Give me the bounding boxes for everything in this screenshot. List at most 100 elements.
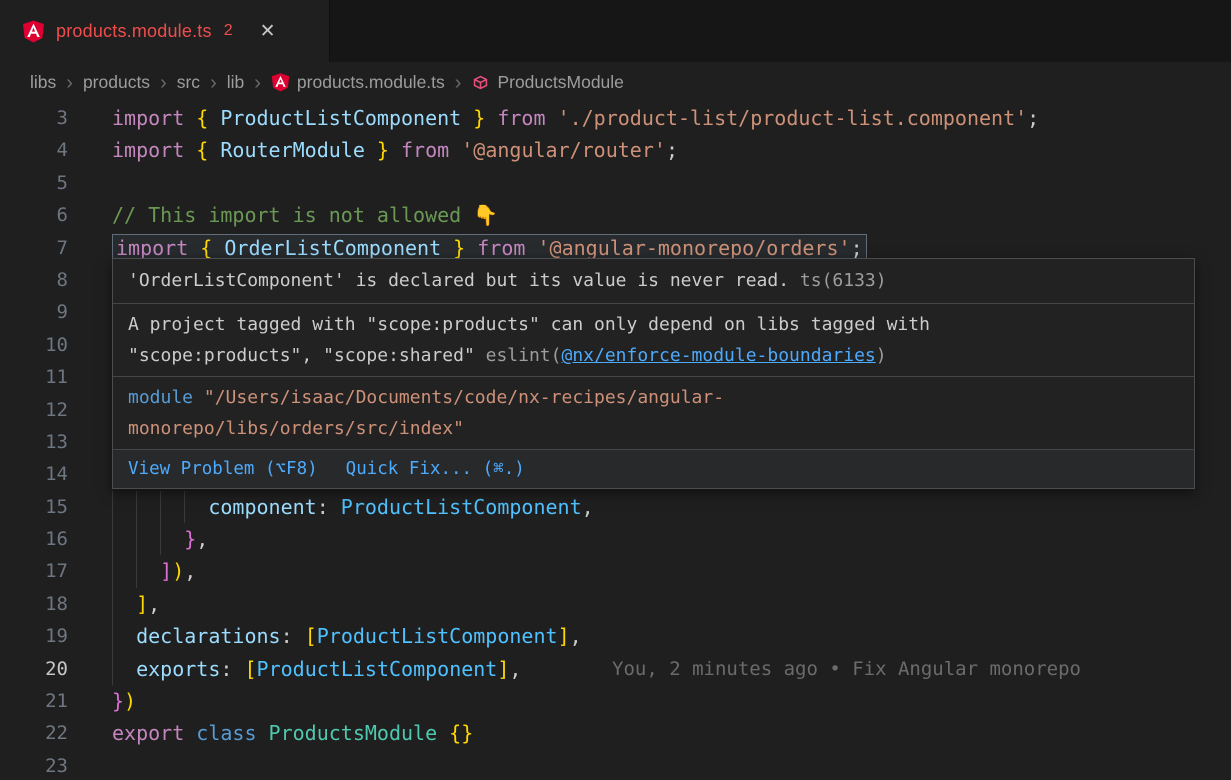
code-line[interactable]: 21}) — [0, 685, 1231, 717]
diagnostic-eslint: A project tagged with "scope:products" c… — [113, 304, 1194, 376]
breadcrumb-src[interactable]: src — [177, 72, 200, 93]
code-line-content: export class ProductsModule {} — [112, 717, 1231, 749]
chevron-right-icon: › — [66, 72, 73, 93]
line-number: 12 — [0, 394, 112, 426]
line-number: 9 — [0, 296, 112, 328]
code-token: ] — [136, 592, 148, 616]
code-line[interactable]: 5 — [0, 167, 1231, 199]
breadcrumb: libs › products › src › lib › products.m… — [0, 62, 1231, 102]
angular-file-icon — [22, 19, 45, 43]
line-number: 7 — [0, 232, 112, 264]
indent-guide — [112, 620, 113, 652]
indent-guide — [112, 653, 113, 685]
code-line[interactable]: 15 component: ProductListComponent, — [0, 491, 1231, 523]
code-token: , — [582, 495, 594, 519]
code-token: '@angular-monorepo/orders' — [537, 236, 850, 260]
module-path-2: monorepo/libs/orders/src/index" — [128, 418, 464, 439]
code-line[interactable]: 4import { RouterModule } from '@angular/… — [0, 134, 1231, 166]
eslint-rule-link[interactable]: @nx/enforce-module-boundaries — [561, 345, 875, 366]
code-editor[interactable]: 3import { ProductListComponent } from '.… — [0, 102, 1231, 780]
code-token — [112, 657, 136, 681]
chevron-right-icon: › — [160, 72, 167, 93]
line-number: 8 — [0, 264, 112, 296]
tab-title: products.module.ts — [56, 21, 212, 42]
diagnostic-ts-message: 'OrderListComponent' is declared but its… — [128, 270, 789, 291]
code-line-content: }, — [112, 523, 1231, 555]
line-number: 22 — [0, 717, 112, 749]
code-token: , — [570, 624, 582, 648]
code-line[interactable]: 3import { ProductListComponent } from '.… — [0, 102, 1231, 134]
module-keyword: module — [128, 387, 204, 408]
line-number: 17 — [0, 555, 112, 587]
code-token: } — [441, 236, 477, 260]
code-token: export — [112, 721, 196, 745]
code-token: ; — [666, 138, 678, 162]
line-number: 13 — [0, 426, 112, 458]
code-token: './product-list/product-list.component' — [558, 106, 1028, 130]
editor-tab-products-module[interactable]: products.module.ts 2 ✕ — [0, 0, 330, 62]
chevron-right-icon: › — [210, 72, 217, 93]
diagnostic-eslint-line1: A project tagged with "scope:products" c… — [128, 309, 1179, 340]
code-line-content: import { RouterModule } from '@angular/r… — [112, 134, 1231, 166]
breadcrumb-file[interactable]: products.module.ts — [271, 72, 445, 93]
breadcrumb-products[interactable]: products — [83, 72, 150, 93]
line-number: 23 — [0, 750, 112, 780]
diagnostic-ts: 'OrderListComponent' is declared but its… — [113, 259, 1194, 303]
angular-file-icon — [271, 72, 290, 92]
code-token: ; — [1027, 106, 1039, 130]
code-line[interactable]: 6// This import is not allowed 👇 — [0, 199, 1231, 231]
quick-fix-button[interactable]: Quick Fix... (⌘.) — [346, 456, 525, 482]
code-token: { — [196, 138, 220, 162]
breadcrumb-libs[interactable]: libs — [30, 72, 56, 93]
code-token: 👇 — [473, 203, 498, 227]
code-token: from — [497, 106, 557, 130]
breadcrumb-lib[interactable]: lib — [227, 72, 245, 93]
module-path-1: "/Users/isaac/Documents/code/nx-recipes/… — [204, 387, 724, 408]
code-line[interactable]: 20 exports: [ProductListComponent],You, … — [0, 653, 1231, 685]
code-token: : — [281, 624, 305, 648]
line-number: 5 — [0, 167, 112, 199]
code-token: [ — [305, 624, 317, 648]
code-token: ) — [172, 559, 184, 583]
line-number: 3 — [0, 102, 112, 134]
code-line[interactable]: 16 }, — [0, 523, 1231, 555]
git-blame-annotation: You, 2 minutes ago • Fix Angular monorep… — [612, 653, 1081, 685]
module-info-line1: module "/Users/isaac/Documents/code/nx-r… — [128, 382, 1179, 413]
breadcrumb-symbol-label: ProductsModule — [497, 72, 623, 93]
code-token: , — [509, 657, 521, 681]
indent-guide — [112, 523, 113, 555]
line-number: 4 — [0, 134, 112, 166]
code-line[interactable]: 23 — [0, 750, 1231, 780]
line-number: 19 — [0, 620, 112, 652]
code-token: from — [477, 236, 537, 260]
eslint-source-open: eslint( — [486, 345, 562, 366]
module-info-block: module "/Users/isaac/Documents/code/nx-r… — [113, 377, 1194, 449]
tab-close-icon[interactable]: ✕ — [260, 22, 276, 41]
module-symbol-icon — [471, 73, 490, 92]
code-token: : — [317, 495, 341, 519]
code-token: import — [116, 236, 200, 260]
code-line-content: exports: [ProductListComponent],You, 2 m… — [112, 653, 1231, 685]
indent-guide — [184, 491, 185, 523]
code-token: { — [196, 106, 220, 130]
tab-bar: products.module.ts 2 ✕ — [0, 0, 1231, 62]
code-token: , — [184, 559, 196, 583]
code-line[interactable]: 17 ]), — [0, 555, 1231, 587]
code-line-content: // This import is not allowed 👇 — [112, 199, 1231, 231]
code-line-content: import { ProductListComponent } from './… — [112, 102, 1231, 134]
code-line[interactable]: 19 declarations: [ProductListComponent], — [0, 620, 1231, 652]
diagnostic-eslint-line2: "scope:products", "scope:shared" eslint(… — [128, 340, 1179, 371]
breadcrumb-symbol[interactable]: ProductsModule — [471, 72, 623, 93]
indent-guide — [112, 555, 113, 587]
code-line[interactable]: 22export class ProductsModule {} — [0, 717, 1231, 749]
code-line[interactable]: 18 ], — [0, 588, 1231, 620]
code-token: import — [112, 138, 196, 162]
code-token: } — [365, 138, 401, 162]
indent-guide — [136, 523, 137, 555]
popup-action-bar: View Problem (⌥F8) Quick Fix... (⌘.) — [113, 450, 1194, 488]
code-token: ] — [558, 624, 570, 648]
code-token: [ — [244, 657, 256, 681]
indent-guide — [160, 491, 161, 523]
code-line-content: ], — [112, 588, 1231, 620]
view-problem-button[interactable]: View Problem (⌥F8) — [128, 456, 318, 482]
